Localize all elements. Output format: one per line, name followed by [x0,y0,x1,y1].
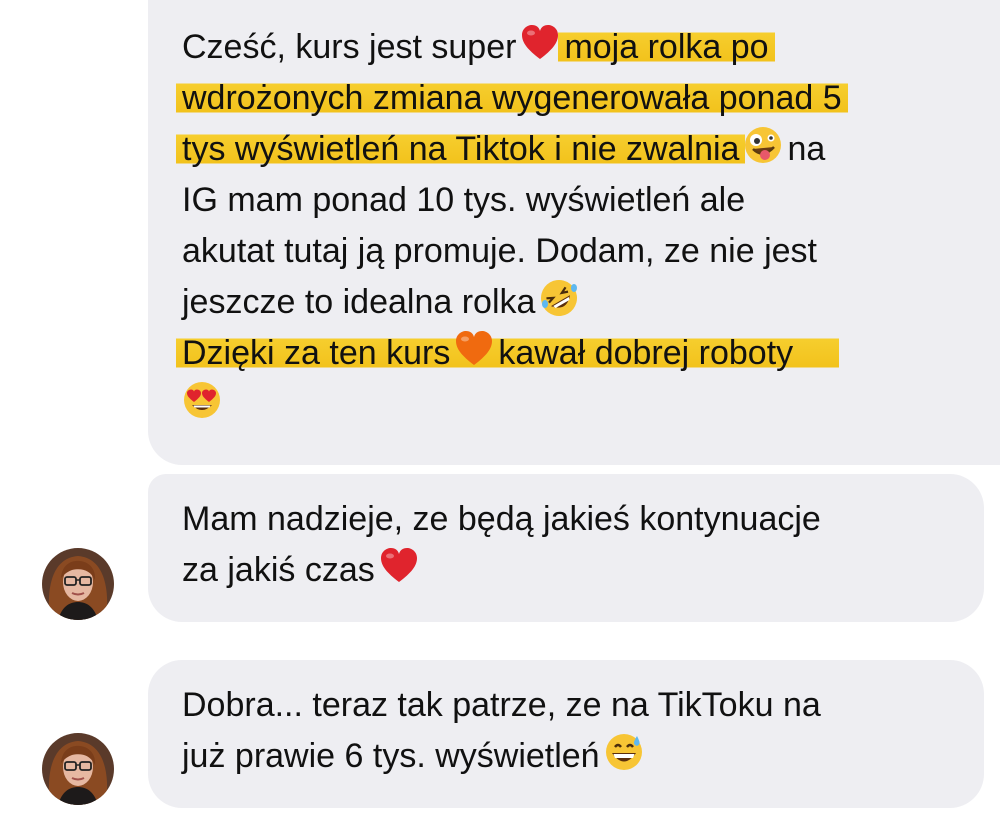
message-line: wdrożonych zmiana wygenerowała ponad 5 [176,73,998,124]
message-line: Mam nadzieje, ze będą jakieś kontynuacje [182,500,821,538]
sender-avatar[interactable] [42,548,114,620]
message-line [182,379,998,430]
avatar-photo [42,733,114,805]
message-line: jeszcze to idealna rolka [182,277,998,328]
orange-heart-icon [454,329,494,369]
highlighted-text: wdrożonych zmiana wygenerowała ponad 5 [176,79,848,117]
highlighted-text: moja rolka po [558,28,775,66]
heart-eyes-face-icon [182,380,222,420]
avatar-photo [42,548,114,620]
grinning-sweat-face-icon [604,732,644,772]
message-line: już prawie 6 tys. wyświetleń [182,731,964,782]
sender-avatar[interactable] [42,733,114,805]
red-heart-icon [520,23,560,63]
rolling-laughing-face-icon [539,278,579,318]
message-bubble-3[interactable]: Dobra... teraz tak patrze, ze na TikToku… [148,660,984,808]
message-line: akutat tutaj ją promuje. Dodam, ze nie j… [182,232,817,270]
message-bubble-2[interactable]: Mam nadzieje, ze będą jakieś kontynuacje… [148,474,984,622]
message-line: Dobra... teraz tak patrze, ze na TikToku… [182,686,821,724]
zany-face-icon [743,125,783,165]
highlighted-text: Dzięki za ten kurs kawał dobrej roboty [176,331,840,372]
highlighted-text: tys wyświetleń na Tiktok i nie zwalnia [176,130,746,168]
message-bubble-1[interactable]: Cześć, kurs jest super moja rolka po wdro… [148,0,1000,465]
red-heart-icon [379,546,419,586]
message-line: tys wyświetleń na Tiktok i nie zwalnia na [176,124,998,175]
message-line: IG mam ponad 10 tys. wyświetleń ale [182,181,746,219]
message-line: Dzięki za ten kurs kawał dobrej roboty [176,328,998,379]
message-line: Cześć, kurs jest super moja rolka po [182,22,998,73]
message-line: za jakiś czas [182,545,964,596]
